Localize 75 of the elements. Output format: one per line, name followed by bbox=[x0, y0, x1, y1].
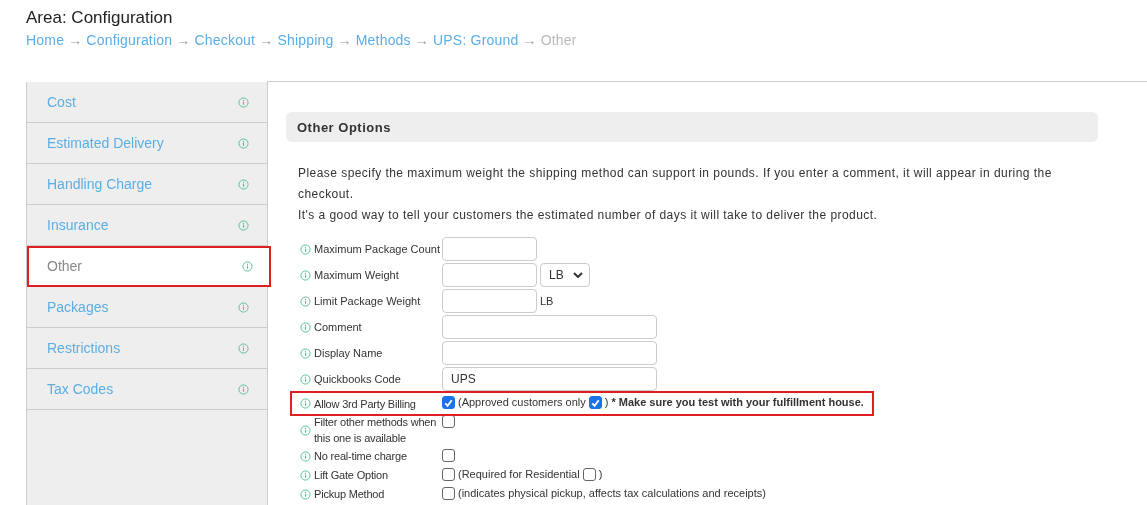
field-label: Comment bbox=[314, 320, 362, 335]
section-title: Other Options bbox=[297, 119, 391, 135]
info-icon bbox=[300, 450, 311, 462]
field-label: Quickbooks Code bbox=[314, 372, 401, 387]
input-field[interactable] bbox=[442, 289, 537, 313]
chevron-icon bbox=[573, 272, 583, 278]
sidebar-item[interactable]: Cost bbox=[27, 82, 267, 123]
info-icon bbox=[300, 424, 311, 436]
input-field[interactable] bbox=[442, 237, 537, 261]
info-icon bbox=[238, 383, 249, 395]
field-label: Display Name bbox=[314, 346, 383, 361]
field-label: Pickup Method bbox=[314, 487, 385, 502]
sidebar-item[interactable]: Handling Charge bbox=[27, 164, 267, 205]
field-label: Maximum Package Count bbox=[314, 242, 440, 257]
breadcrumb-link[interactable]: Methods bbox=[355, 32, 411, 48]
checkbox[interactable] bbox=[442, 449, 455, 462]
checkbox[interactable] bbox=[442, 396, 455, 409]
note-text: ) bbox=[604, 396, 609, 408]
info-icon bbox=[300, 243, 311, 255]
input-field[interactable] bbox=[442, 315, 657, 339]
breadcrumb-separator: → bbox=[259, 32, 274, 48]
description-text: Please specify the maximum weight the shipping method can support in pounds. If you enter a comment, it will appear in during the checkout. bbox=[298, 165, 1053, 203]
field-label: Lift Gate Option bbox=[314, 468, 388, 483]
breadcrumb-link[interactable]: Home bbox=[26, 32, 65, 48]
info-icon bbox=[238, 342, 249, 354]
field-label: Allow 3rd Party Billing bbox=[314, 396, 416, 412]
info-icon bbox=[300, 269, 311, 281]
info-icon bbox=[238, 137, 249, 149]
checkbox[interactable] bbox=[582, 468, 596, 481]
note-text: (Approved customers only bbox=[458, 396, 586, 408]
info-icon bbox=[242, 260, 253, 272]
breadcrumb-link[interactable]: Checkout bbox=[194, 32, 256, 48]
input-field[interactable]: UPS bbox=[442, 367, 657, 391]
info-icon bbox=[300, 347, 311, 359]
info-icon bbox=[300, 469, 311, 481]
info-icon bbox=[238, 96, 249, 108]
info-icon bbox=[300, 398, 311, 409]
note-text: (Required for Residential bbox=[458, 468, 580, 480]
info-icon bbox=[238, 219, 249, 231]
info-icon bbox=[300, 321, 311, 333]
current-page-label[interactable]: Other bbox=[540, 32, 577, 48]
info-icon bbox=[300, 295, 311, 307]
info-icon bbox=[238, 178, 249, 190]
note-text: ) bbox=[598, 468, 603, 480]
field-label: No real-time charge bbox=[314, 449, 407, 464]
info-icon bbox=[300, 488, 311, 500]
sidebar-item[interactable]: Restrictions bbox=[27, 328, 267, 369]
checkbox[interactable] bbox=[442, 468, 455, 481]
breadcrumb-separator: → bbox=[522, 32, 537, 48]
field-label: Limit Package Weight bbox=[314, 294, 421, 309]
breadcrumb-separator: → bbox=[414, 32, 429, 48]
breadcrumb-link[interactable]: UPS: Ground bbox=[433, 32, 519, 48]
field-label: Filter other methods when this one is available bbox=[314, 415, 438, 446]
sidebar-item[interactable]: Other bbox=[27, 246, 271, 287]
sidebar-item[interactable]: Estimated Delivery bbox=[27, 123, 267, 164]
breadcrumb-separator: → bbox=[68, 32, 83, 48]
page-title: Area: Configuration bbox=[26, 8, 174, 28]
note-text: * Make sure you test with your fulfillment house. bbox=[611, 396, 864, 408]
sidebar-item[interactable]: Packages bbox=[27, 287, 267, 328]
input-field[interactable] bbox=[442, 263, 537, 287]
sidebar-item[interactable]: Tax Codes bbox=[27, 369, 267, 410]
field-label: Maximum Weight bbox=[314, 268, 399, 283]
note-text: (indicates physical pickup, affects tax calculations and receipts) bbox=[458, 487, 766, 499]
checkbox[interactable] bbox=[588, 396, 602, 409]
input-field[interactable] bbox=[442, 341, 657, 365]
breadcrumb-separator: → bbox=[176, 32, 191, 48]
checkbox[interactable] bbox=[442, 487, 455, 500]
description-text: It's a good way to tell your customers the estimated number of days it will take to deliver the product. bbox=[298, 207, 879, 224]
unit-dropdown[interactable]: LB bbox=[540, 263, 590, 287]
note-text: LB bbox=[540, 295, 554, 307]
breadcrumb-link[interactable]: Configuration bbox=[86, 32, 173, 48]
info-icon bbox=[300, 373, 311, 385]
breadcrumb-separator: → bbox=[337, 32, 352, 48]
breadcrumb-link[interactable]: Shipping bbox=[277, 32, 334, 48]
info-icon bbox=[238, 301, 249, 313]
